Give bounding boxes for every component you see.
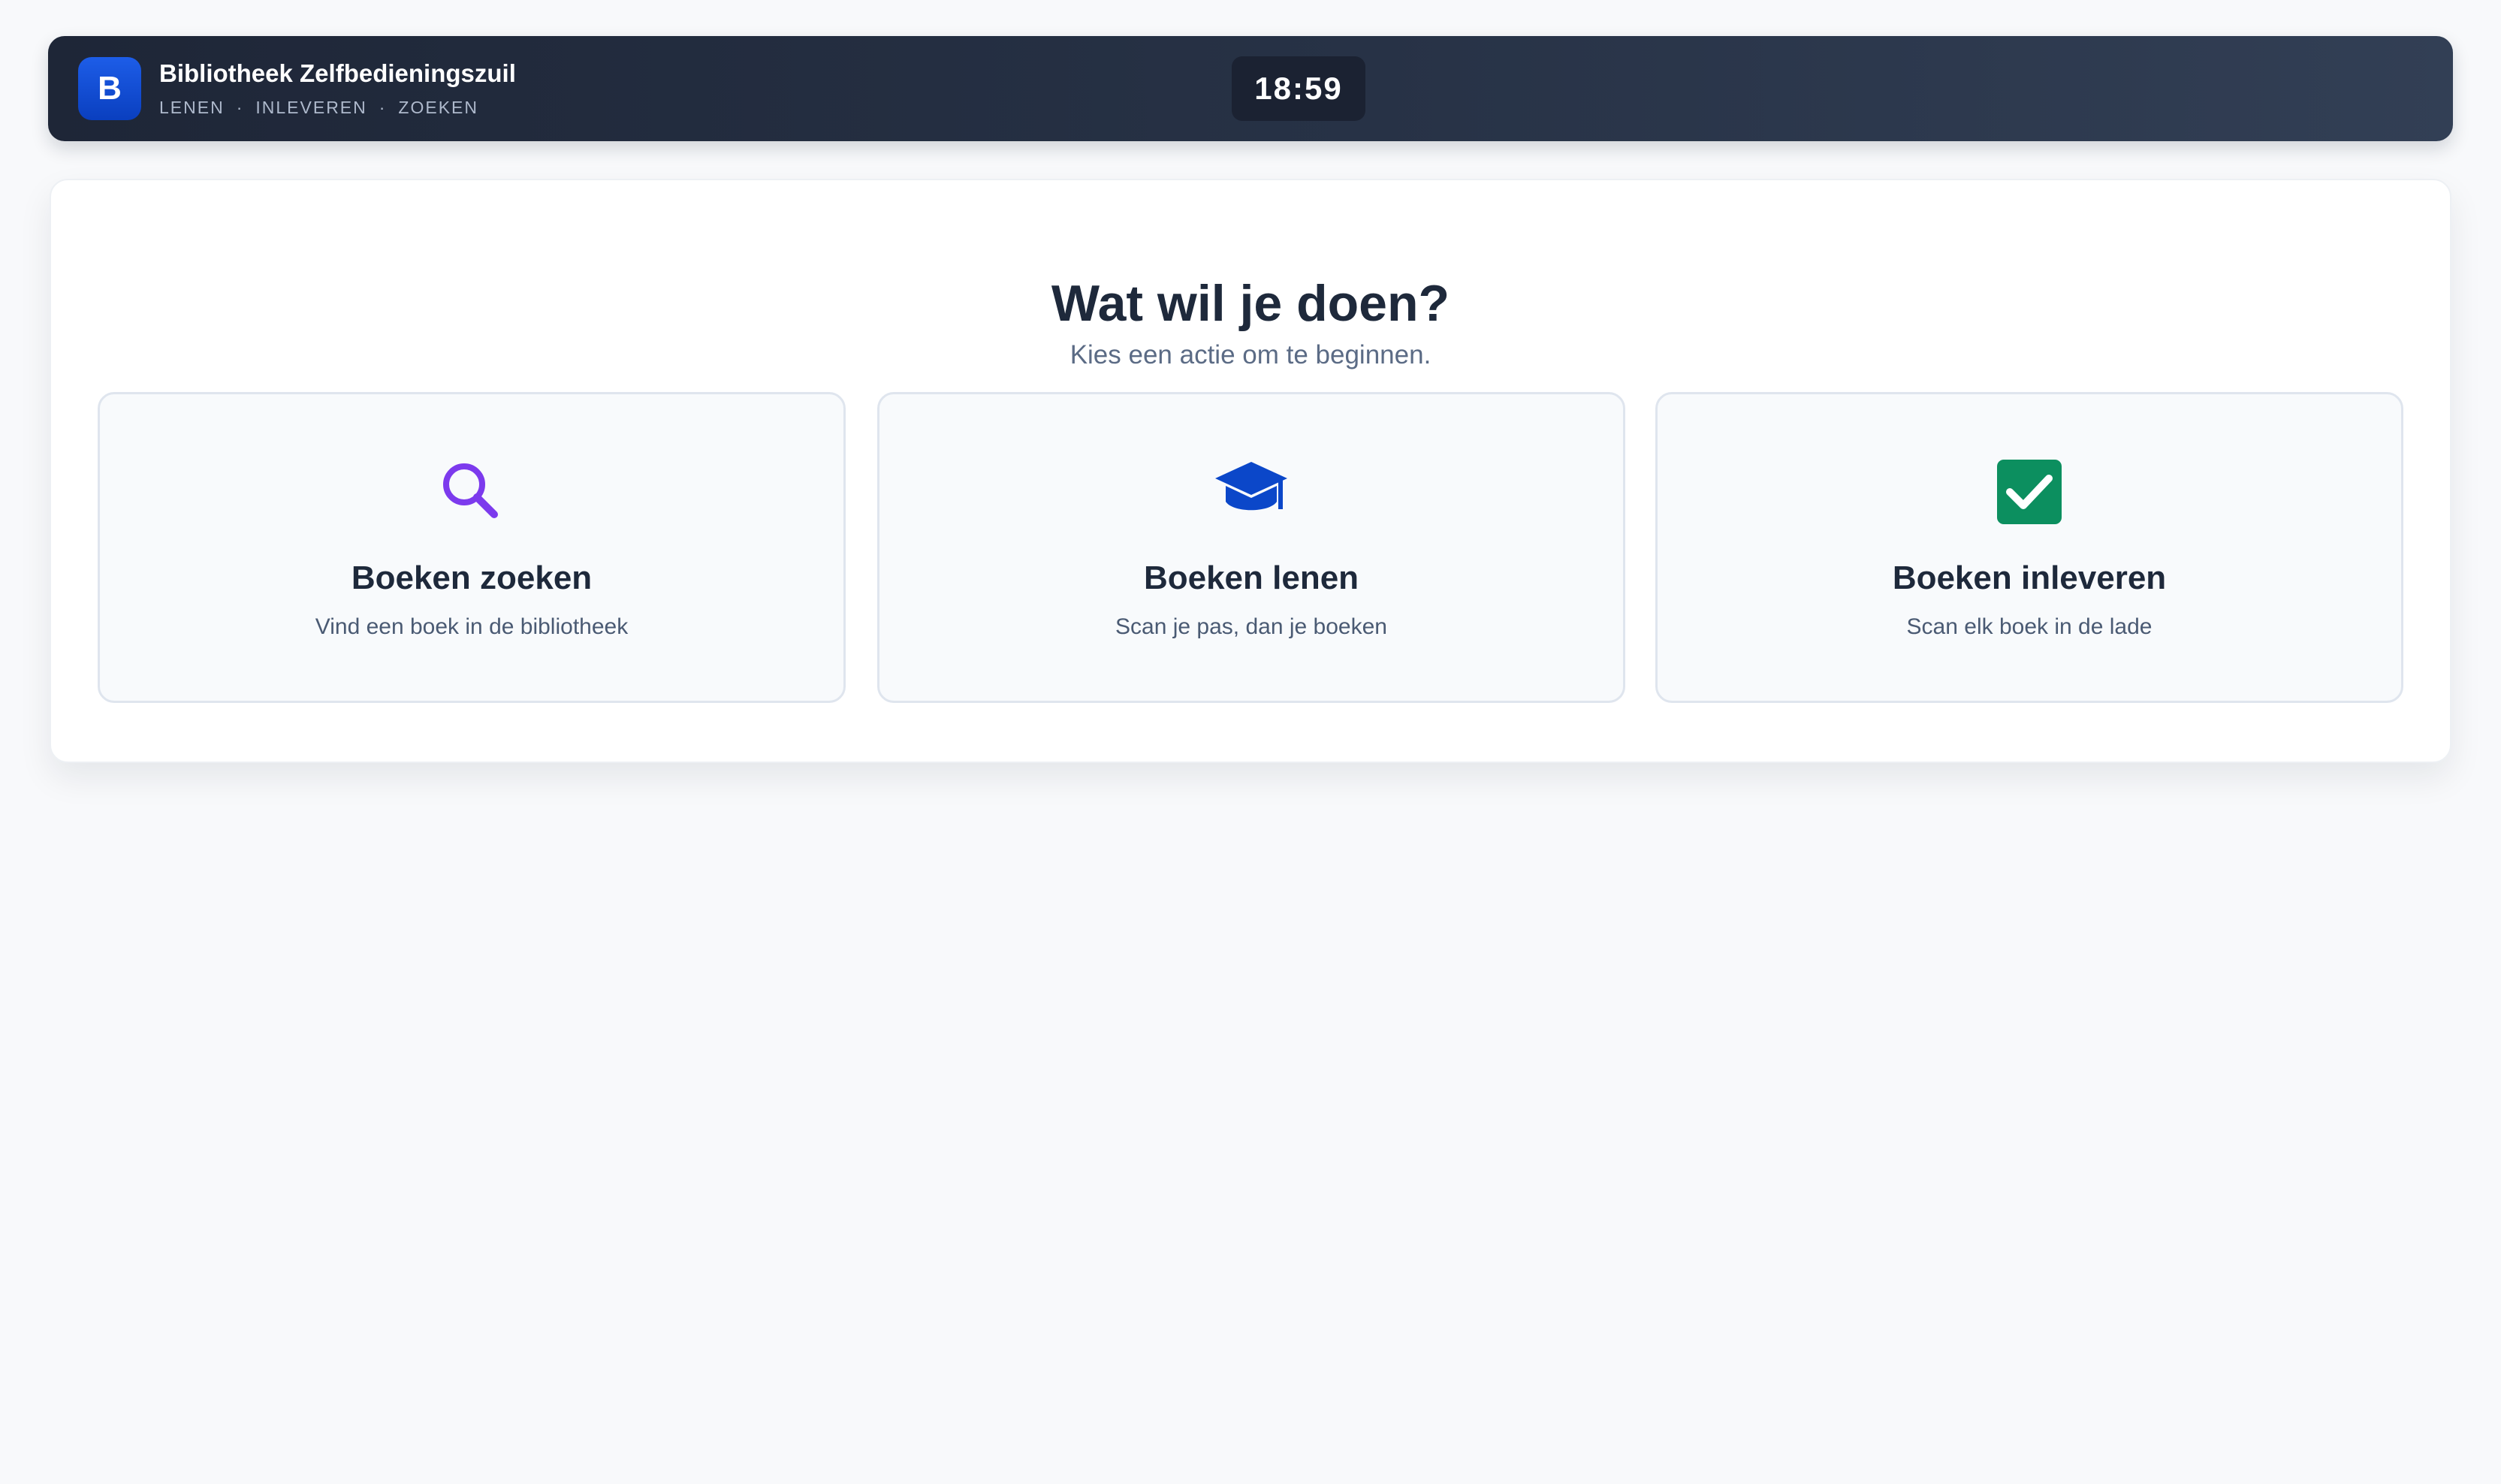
return-books-button[interactable]: Boeken inleveren Scan elk boek in de lad… [1655, 392, 2403, 703]
app-header: B Bibliotheek Zelfbedieningszuil LENEN ·… [48, 36, 2453, 141]
nav-item-zoeken: ZOEKEN [398, 98, 478, 117]
library-logo: B [78, 57, 141, 120]
search-books-button[interactable]: Boeken zoeken Vind een boek in de biblio… [98, 392, 846, 703]
nav-item-inleveren: INLEVEREN [255, 98, 367, 117]
nav-separator: · [379, 98, 387, 117]
graduation-cap-icon [1215, 456, 1287, 528]
service-nav: LENEN · INLEVEREN · ZOEKEN [159, 96, 478, 119]
return-books-description: Scan elk boek in de lade [1906, 614, 2153, 639]
borrow-books-title: Boeken lenen [1143, 560, 1359, 596]
action-panel: Wat wil je doen? Kies een actie om te be… [50, 179, 2451, 763]
search-books-title: Boeken zoeken [351, 560, 593, 596]
kiosk-page: B Bibliotheek Zelfbedieningszuil LENEN ·… [0, 0, 2501, 1484]
nav-separator: · [236, 98, 244, 117]
return-books-title: Boeken inleveren [1892, 560, 2167, 596]
borrow-books-button[interactable]: Boeken lenen Scan je pas, dan je boeken [877, 392, 1625, 703]
borrow-books-description: Scan je pas, dan je boeken [1115, 614, 1387, 639]
page-subtitle: Kies een actie om te beginnen. [1069, 340, 1432, 369]
app-title: Bibliotheek Zelfbedieningszuil [159, 59, 516, 87]
page-title: Wat wil je doen? [1051, 274, 1450, 332]
search-books-description: Vind een boek in de bibliotheek [315, 614, 629, 639]
search-icon [436, 456, 508, 528]
checkbox-checked-icon [1993, 456, 2065, 528]
clock-display: 18:59 [1232, 56, 1365, 121]
nav-item-lenen: LENEN [159, 98, 225, 117]
